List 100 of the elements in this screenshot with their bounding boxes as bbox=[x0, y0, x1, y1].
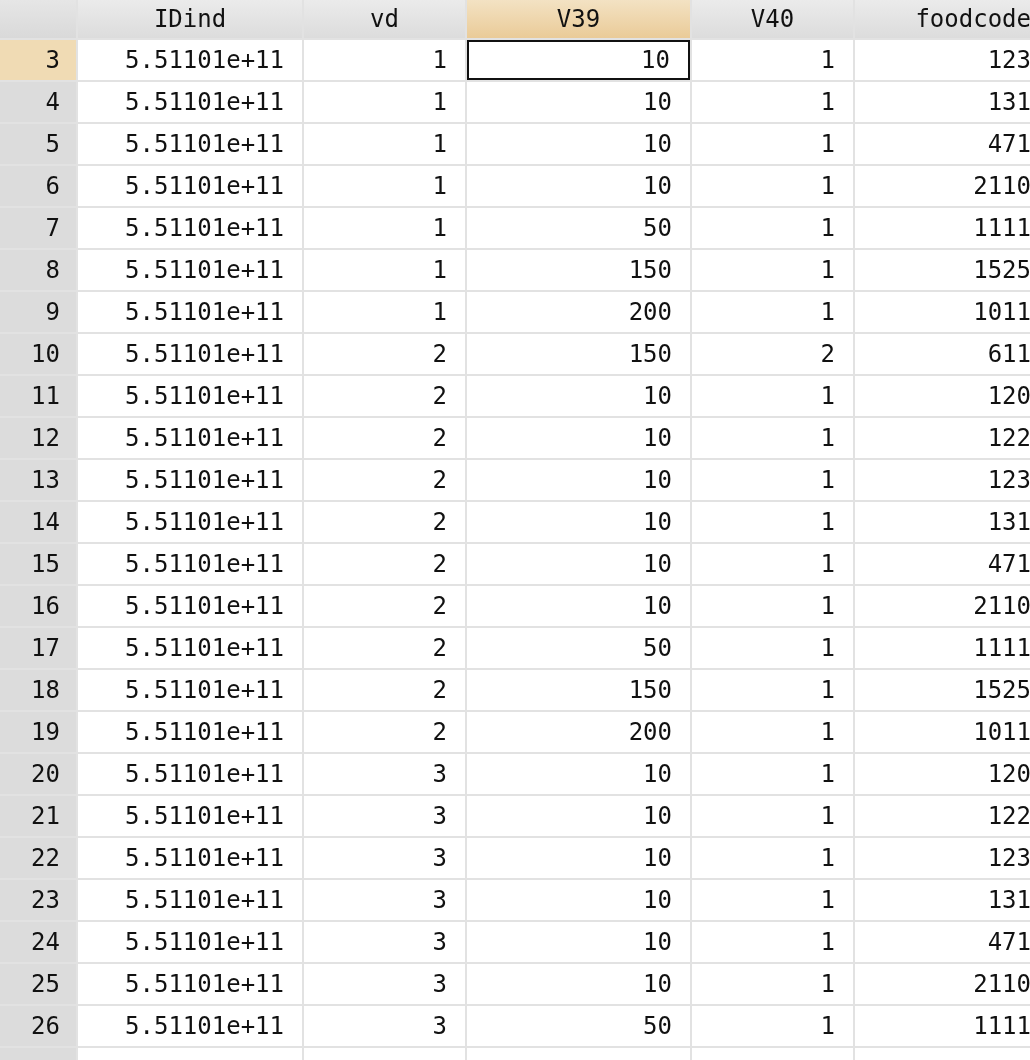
table-cell[interactable]: 5.51101e+11 bbox=[78, 544, 302, 584]
table-cell[interactable]: 200 bbox=[467, 712, 690, 752]
row-number[interactable]: 23 bbox=[0, 880, 76, 920]
table-cell[interactable]: 123 bbox=[855, 40, 1030, 80]
table-cell[interactable]: 1 bbox=[692, 502, 853, 542]
table-cell[interactable]: 5.51101e+11 bbox=[78, 796, 302, 836]
table-cell[interactable]: 10 bbox=[467, 964, 690, 1004]
table-cell[interactable]: 1 bbox=[304, 124, 465, 164]
table-cell[interactable]: 2 bbox=[304, 376, 465, 416]
table-cell[interactable]: 5.51101e+11 bbox=[78, 880, 302, 920]
row-number[interactable]: 20 bbox=[0, 754, 76, 794]
table-cell[interactable]: 1 bbox=[692, 376, 853, 416]
table-cell[interactable]: 2 bbox=[304, 502, 465, 542]
table-cell[interactable]: 1 bbox=[304, 166, 465, 206]
table-cell[interactable]: 3 bbox=[304, 754, 465, 794]
table-cell[interactable]: 5.51101e+11 bbox=[78, 628, 302, 668]
table-cell[interactable]: 2 bbox=[304, 418, 465, 458]
table-cell[interactable]: 1 bbox=[692, 880, 853, 920]
table-cell[interactable]: 5.51101e+11 bbox=[78, 82, 302, 122]
table-cell[interactable]: 2 bbox=[304, 334, 465, 374]
table-cell[interactable]: 10 bbox=[467, 166, 690, 206]
table-cell[interactable]: 1 bbox=[692, 628, 853, 668]
table-cell[interactable]: 1 bbox=[692, 586, 853, 626]
table-cell[interactable]: 1 bbox=[692, 292, 853, 332]
table-cell[interactable]: 1 bbox=[304, 208, 465, 248]
table-cell[interactable]: 122 bbox=[855, 418, 1030, 458]
table-cell[interactable]: 10 bbox=[467, 502, 690, 542]
row-number[interactable]: 14 bbox=[0, 502, 76, 542]
table-cell[interactable]: 5.51101e+11 bbox=[78, 838, 302, 878]
table-cell[interactable]: 1 bbox=[692, 208, 853, 248]
table-cell[interactable]: 10 bbox=[467, 880, 690, 920]
table-cell[interactable]: 471 bbox=[855, 922, 1030, 962]
table-cell[interactable]: 5.51101e+11 bbox=[78, 418, 302, 458]
row-number[interactable]: 19 bbox=[0, 712, 76, 752]
row-number[interactable]: 7 bbox=[0, 208, 76, 248]
table-cell[interactable]: 5.51101e+11 bbox=[78, 670, 302, 710]
table-cell[interactable]: 5.51101e+11 bbox=[78, 1006, 302, 1046]
table-cell[interactable]: 131 bbox=[855, 82, 1030, 122]
row-number[interactable]: 5 bbox=[0, 124, 76, 164]
table-cell[interactable]: 50 bbox=[467, 208, 690, 248]
table-cell[interactable]: 1 bbox=[304, 250, 465, 290]
table-cell[interactable]: 5.51101e+11 bbox=[78, 292, 302, 332]
table-cell[interactable]: 1 bbox=[692, 40, 853, 80]
row-number[interactable]: 12 bbox=[0, 418, 76, 458]
table-cell[interactable]: 123 bbox=[855, 460, 1030, 500]
table-cell[interactable]: 10 bbox=[467, 376, 690, 416]
table-cell[interactable]: 10 bbox=[467, 796, 690, 836]
row-number[interactable]: 26 bbox=[0, 1006, 76, 1046]
table-cell[interactable]: 5.51101e+11 bbox=[78, 964, 302, 1004]
column-header[interactable]: V39 bbox=[467, 0, 690, 38]
table-cell[interactable]: 123 bbox=[855, 838, 1030, 878]
table-cell[interactable]: 1 bbox=[692, 460, 853, 500]
table-cell[interactable]: 1 bbox=[304, 292, 465, 332]
table-cell[interactable]: 2110 bbox=[855, 166, 1030, 206]
table-cell[interactable]: 10 bbox=[467, 418, 690, 458]
table-cell[interactable]: 150 bbox=[467, 334, 690, 374]
row-number[interactable]: 22 bbox=[0, 838, 76, 878]
table-cell[interactable]: 1 bbox=[692, 754, 853, 794]
table-cell[interactable]: 1 bbox=[692, 418, 853, 458]
row-number[interactable]: 15 bbox=[0, 544, 76, 584]
column-header[interactable]: V40 bbox=[692, 0, 853, 38]
column-header[interactable]: vd bbox=[304, 0, 465, 38]
table-cell[interactable]: 3 bbox=[304, 964, 465, 1004]
table-cell[interactable]: 1 bbox=[692, 124, 853, 164]
table-cell[interactable]: 5.51101e+11 bbox=[78, 208, 302, 248]
table-cell[interactable]: 3 bbox=[304, 1006, 465, 1046]
table-cell[interactable]: 2 bbox=[304, 460, 465, 500]
table-cell[interactable]: 5.51101e+11 bbox=[78, 250, 302, 290]
table-cell[interactable]: 1 bbox=[692, 250, 853, 290]
table-cell[interactable]: 2 bbox=[304, 712, 465, 752]
column-header[interactable]: foodcode bbox=[855, 0, 1030, 38]
table-cell[interactable]: 1 bbox=[692, 838, 853, 878]
table-cell[interactable]: 200 bbox=[467, 292, 690, 332]
table-cell[interactable]: 2110 bbox=[855, 586, 1030, 626]
table-cell[interactable]: 1 bbox=[692, 82, 853, 122]
table-cell[interactable]: 5.51101e+11 bbox=[78, 502, 302, 542]
table-cell[interactable]: 10 bbox=[467, 586, 690, 626]
table-cell[interactable]: 3 bbox=[304, 922, 465, 962]
row-number[interactable]: 16 bbox=[0, 586, 76, 626]
table-cell[interactable]: 10 bbox=[467, 82, 690, 122]
table-cell[interactable]: 10 bbox=[467, 838, 690, 878]
row-number[interactable]: 9 bbox=[0, 292, 76, 332]
table-cell[interactable]: 2 bbox=[304, 670, 465, 710]
table-cell[interactable]: 5.51101e+11 bbox=[78, 40, 302, 80]
row-number[interactable]: 3 bbox=[0, 40, 76, 80]
table-cell[interactable]: 3 bbox=[304, 880, 465, 920]
table-cell[interactable]: 1 bbox=[692, 964, 853, 1004]
table-cell[interactable]: 5.51101e+11 bbox=[78, 166, 302, 206]
table-cell[interactable]: 5.51101e+11 bbox=[78, 586, 302, 626]
table-cell[interactable]: 10 bbox=[467, 460, 690, 500]
table-cell[interactable]: 2 bbox=[304, 586, 465, 626]
table-cell[interactable]: 471 bbox=[855, 124, 1030, 164]
row-number[interactable]: 8 bbox=[0, 250, 76, 290]
table-cell[interactable]: 1011 bbox=[855, 292, 1030, 332]
table-cell[interactable]: 1525 bbox=[855, 670, 1030, 710]
table-cell[interactable]: 120 bbox=[855, 754, 1030, 794]
table-cell[interactable]: 3 bbox=[304, 796, 465, 836]
table-cell[interactable]: 10 bbox=[467, 40, 690, 80]
table-cell[interactable]: 471 bbox=[855, 544, 1030, 584]
table-cell[interactable]: 150 bbox=[467, 250, 690, 290]
